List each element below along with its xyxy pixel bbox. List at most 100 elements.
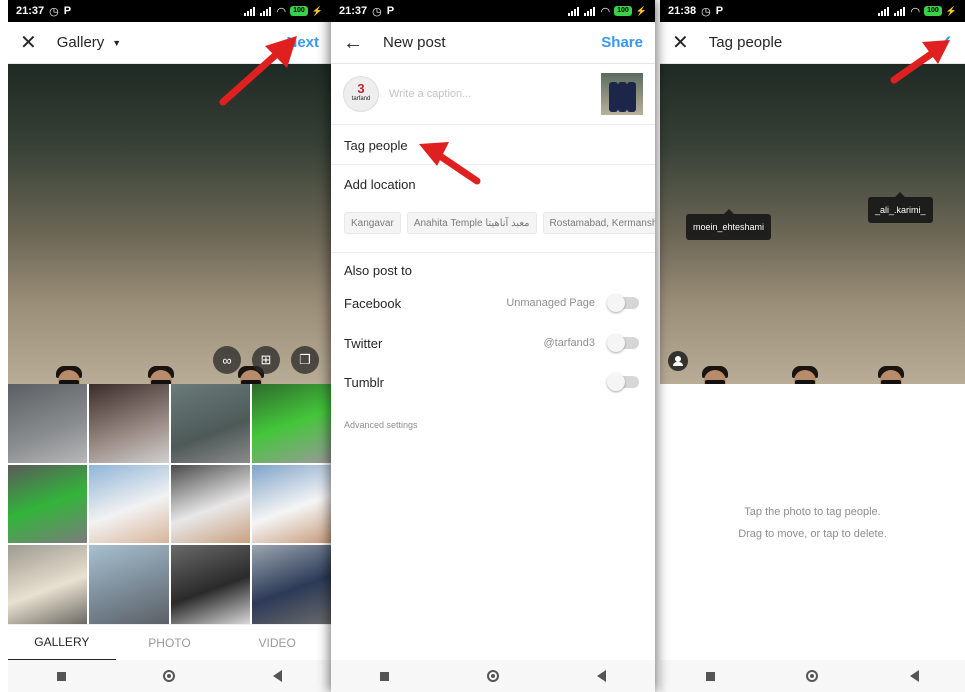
- battery-icon: 100: [290, 6, 308, 16]
- chevron-down-icon[interactable]: ▼: [112, 38, 121, 48]
- gallery-thumbnail[interactable]: [89, 384, 169, 463]
- avatar-logo-subtext: tarfand: [351, 96, 371, 102]
- recents-icon[interactable]: [380, 671, 389, 681]
- gallery-grid: [8, 384, 331, 624]
- signal-icon: [244, 6, 256, 16]
- divider: [331, 252, 655, 253]
- share-target-meta: @tarfand3: [543, 337, 595, 349]
- share-button[interactable]: Share: [601, 34, 643, 51]
- location-chip[interactable]: Kangavar: [344, 212, 401, 234]
- alarm-icon: ◷: [372, 5, 382, 18]
- notification-p-icon: P: [715, 5, 724, 17]
- avatar: 3 tarfand: [343, 76, 379, 112]
- annotation-arrow: [419, 142, 481, 185]
- signal-icon: [584, 6, 596, 16]
- wifi-icon: ◠: [600, 5, 611, 18]
- status-time: 21:38: [668, 5, 697, 17]
- tag-people-title: Tag people: [708, 34, 783, 51]
- status-time: 21:37: [339, 5, 368, 17]
- gallery-thumbnail[interactable]: [251, 545, 331, 624]
- caption-input[interactable]: Write a caption...: [389, 88, 601, 100]
- new-post-screen: 21:37 ◷ P ◠ 100 ⚡ ← New post Share 3 tar…: [331, 0, 655, 692]
- people-tag[interactable]: _ali_.karimi_: [868, 192, 933, 223]
- android-nav-bar: [660, 660, 965, 692]
- gallery-thumbnail[interactable]: [251, 464, 331, 544]
- share-target-name: Tumblr: [344, 374, 384, 390]
- taggable-photo[interactable]: moein_ehteshami _ali_.karimi_: [660, 64, 965, 384]
- recents-icon[interactable]: [56, 671, 66, 681]
- layout-icon[interactable]: ⊞: [252, 346, 280, 374]
- gallery-title[interactable]: Gallery: [57, 34, 105, 51]
- twitter-toggle[interactable]: [607, 334, 639, 352]
- selected-photo[interactable]: ∞ ⊞ ❐: [8, 64, 331, 384]
- gallery-screen: 21:37 ◷ P ◠ 100 ⚡ ✕ Gallery ▼ Next ∞ ⊞ ❐…: [8, 0, 331, 692]
- share-target-name: Facebook: [344, 295, 402, 311]
- gallery-thumbnail[interactable]: [89, 464, 169, 544]
- back-nav-icon[interactable]: [910, 670, 920, 682]
- people-tag[interactable]: moein_ehteshami: [686, 209, 772, 240]
- arrow-left-icon[interactable]: ←: [343, 33, 363, 53]
- android-nav-bar: [8, 660, 331, 692]
- tag-people-screen: 21:38 ◷ P ◠ 100 ⚡ ✕ Tag people ✓: [660, 0, 965, 692]
- charging-icon: ⚡: [945, 5, 957, 16]
- notification-p-icon: P: [386, 5, 395, 17]
- status-time: 21:37: [16, 5, 45, 17]
- caption-row: 3 tarfand Write a caption...: [331, 64, 655, 125]
- battery-icon: 100: [924, 6, 942, 16]
- gallery-thumbnail[interactable]: [251, 384, 331, 463]
- annotation-arrow: [890, 40, 950, 84]
- home-icon[interactable]: [806, 670, 819, 682]
- tab-video[interactable]: VIDEO: [223, 625, 331, 661]
- home-icon[interactable]: [487, 670, 499, 682]
- new-post-title: New post: [383, 34, 446, 51]
- location-chip[interactable]: Rostamabad, Kermanshah: [542, 212, 655, 234]
- charging-icon: ⚡: [311, 5, 323, 16]
- gallery-thumbnail[interactable]: [89, 545, 169, 624]
- signal-icon: [568, 6, 580, 16]
- wifi-icon: ◠: [910, 5, 921, 18]
- share-facebook-row: Facebook Unmanaged Page: [344, 291, 639, 315]
- gallery-thumbnail[interactable]: [170, 384, 250, 463]
- multi-select-icon[interactable]: ❐: [291, 346, 319, 374]
- recents-icon[interactable]: [705, 671, 715, 681]
- alarm-icon: ◷: [701, 5, 711, 18]
- user-icon[interactable]: [668, 351, 688, 371]
- gallery-thumbnail[interactable]: [8, 545, 88, 624]
- gallery-thumbnail[interactable]: [170, 464, 250, 544]
- android-nav-bar: [331, 660, 655, 692]
- status-bar: 21:37 ◷ P ◠ 100 ⚡: [331, 0, 655, 22]
- status-bar: 21:38 ◷ P ◠ 100 ⚡: [660, 0, 965, 22]
- screenshot-canvas: 21:37 ◷ P ◠ 100 ⚡ ✕ Gallery ▼ Next ∞ ⊞ ❐…: [0, 0, 965, 692]
- add-location-row[interactable]: Add location: [331, 165, 655, 204]
- annotation-arrow: [219, 36, 297, 106]
- also-post-to-heading: Also post to: [344, 263, 412, 278]
- gallery-tabs: GALLERY PHOTO VIDEO: [8, 624, 331, 661]
- battery-icon: 100: [614, 6, 632, 16]
- advanced-settings-link[interactable]: Advanced settings: [344, 420, 418, 430]
- back-nav-icon[interactable]: [273, 670, 283, 682]
- tag-people-row[interactable]: Tag people: [331, 126, 655, 165]
- location-suggestions: Kangavar Anahita Temple معبد آناهیتا Ros…: [344, 212, 655, 236]
- infinity-icon[interactable]: ∞: [213, 346, 241, 374]
- avatar-logo-text: 3: [357, 81, 365, 96]
- close-icon[interactable]: ✕: [672, 33, 689, 53]
- tab-photo[interactable]: PHOTO: [116, 625, 224, 661]
- back-nav-icon[interactable]: [597, 670, 606, 682]
- gallery-thumbnail[interactable]: [8, 464, 88, 544]
- share-target-name: Twitter: [344, 335, 383, 351]
- gallery-thumbnail[interactable]: [8, 384, 88, 463]
- close-icon[interactable]: ✕: [20, 33, 37, 53]
- new-post-header: ← New post Share: [331, 22, 655, 64]
- tab-gallery[interactable]: GALLERY: [8, 625, 116, 661]
- share-twitter-row: Twitter @tarfand3: [344, 331, 639, 355]
- gallery-thumbnail[interactable]: [170, 545, 250, 624]
- notification-p-icon: P: [63, 5, 72, 17]
- tag-hint-line: Tap the photo to tag people.: [744, 506, 881, 518]
- status-bar: 21:37 ◷ P ◠ 100 ⚡: [8, 0, 331, 22]
- tumblr-toggle[interactable]: [607, 373, 639, 391]
- facebook-toggle[interactable]: [607, 294, 639, 312]
- home-icon[interactable]: [163, 670, 176, 682]
- location-chip[interactable]: Anahita Temple معبد آناهیتا: [406, 212, 537, 234]
- signal-icon: [878, 6, 890, 16]
- post-thumbnail: [601, 73, 643, 115]
